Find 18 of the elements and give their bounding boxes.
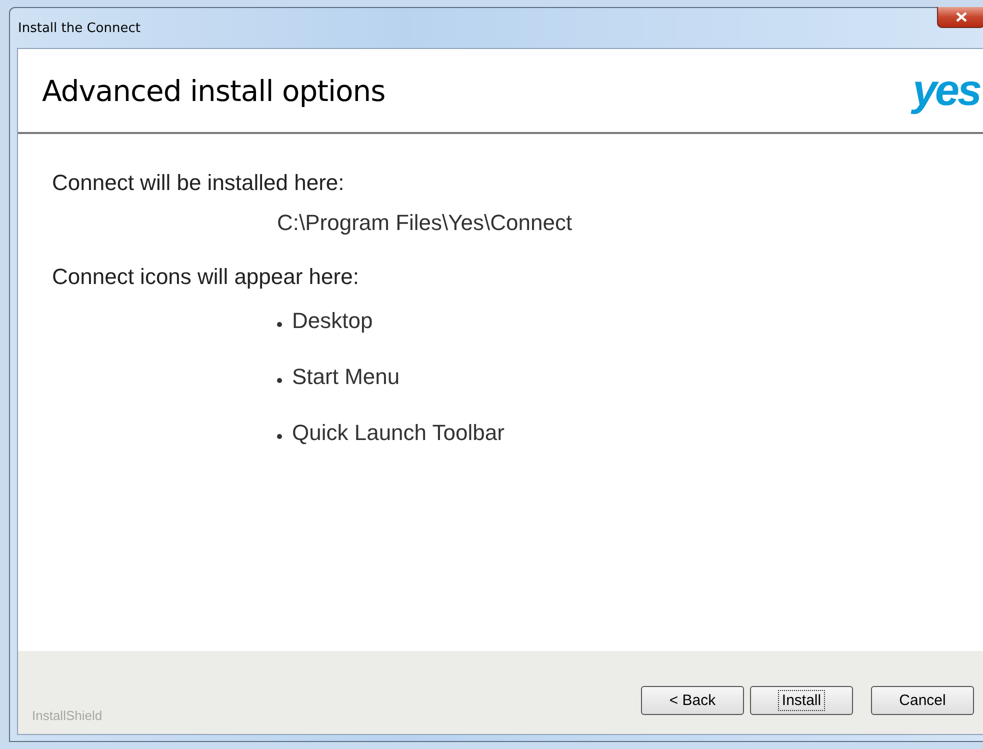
installer-brand: InstallShield <box>32 708 102 723</box>
list-item: Quick Launch Toolbar <box>292 420 504 446</box>
section-label: Connect will be installed here: <box>52 170 346 196</box>
brand-logo: yes <box>912 68 980 112</box>
bullet-icon <box>277 434 282 438</box>
bullet-icon <box>277 322 282 326</box>
dialog-button[interactable]: < Back <box>641 686 744 715</box>
list-item: Desktop <box>292 308 373 334</box>
bullet-icon <box>277 378 282 382</box>
window-title: Install the Connect <box>18 20 140 36</box>
close-button[interactable] <box>937 7 983 28</box>
list-item: Start Menu <box>292 364 400 390</box>
dialog-button[interactable]: Install <box>750 686 853 715</box>
section-label: Connect icons will appear here: <box>52 264 360 290</box>
close-icon <box>956 12 966 22</box>
dialog-button[interactable]: Cancel <box>871 686 974 715</box>
page-heading: Advanced install options <box>42 74 386 108</box>
install-path: C:\Program Files\Yes\Connect <box>277 210 572 236</box>
